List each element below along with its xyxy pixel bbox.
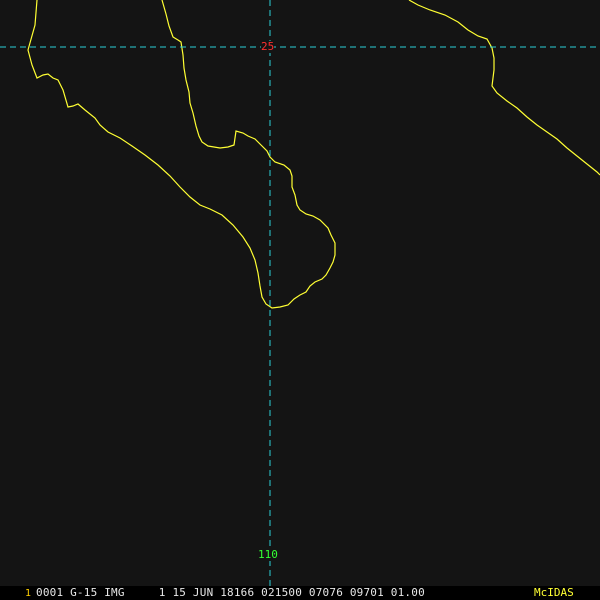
frame-number: 1 (25, 588, 32, 599)
coastline-mainland (408, 0, 600, 176)
coastline-baja-peninsula (27, 0, 336, 309)
longitude-label: 110 (258, 548, 278, 561)
map-canvas (0, 0, 600, 586)
satellite-image-frame: 25 110 1 0001 G-15 IMG 1 15 JUN 18166 02… (0, 0, 600, 600)
image-info-text: 0001 G-15 IMG 1 15 JUN 18166 021500 0707… (36, 586, 425, 599)
mcidas-label: McIDAS (534, 586, 574, 599)
latitude-label: 25 (261, 40, 275, 53)
